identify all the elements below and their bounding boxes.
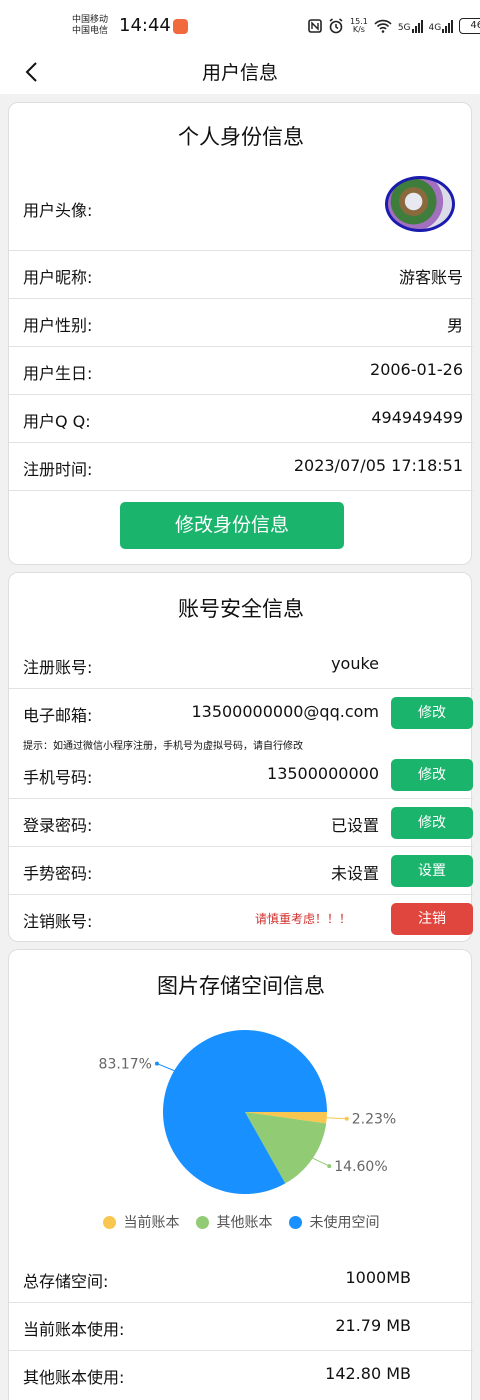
edit-email-button[interactable]: 修改: [391, 697, 473, 729]
other-ledger-label: 其他账本使用:: [23, 1368, 125, 1387]
status-bar: 中国移动 中国电信 14:44 15.1 K/s 5G 4G 46: [0, 0, 480, 50]
email-row: 电子邮箱: 13500000000@qq.com 修改: [9, 689, 473, 737]
nav-bar: 用户信息: [0, 50, 480, 94]
storage-card: 图片存储空间信息 2.23% 14.60% 83.17% 当前账本 其他账本 未使用空间…: [8, 949, 473, 1400]
phone-row: 手机号码: 13500000000 修改: [9, 751, 473, 799]
net-speed-unit: K/s: [352, 25, 365, 34]
nickname-label: 用户昵称:: [23, 268, 93, 287]
birthday-row: 用户生日: 2006-01-26: [9, 347, 473, 395]
qq-label: 用户Q Q:: [23, 412, 91, 431]
carrier-2: 中国电信: [72, 26, 109, 36]
password-row: 登录密码: 已设置 修改: [9, 799, 473, 847]
qq-row: 用户Q Q: 494949499: [9, 395, 473, 443]
identity-card: 个人身份信息 用户头像: 用户昵称: 游客账号 用户性别: 男 用户生日: 20…: [8, 102, 473, 565]
email-value: 13500000000@qq.com: [191, 702, 379, 721]
pie-leader-line-2: [156, 1063, 175, 1072]
signal-bars-icon: [442, 19, 454, 33]
chart-legend: 当前账本 其他账本 未使用空间: [9, 1212, 473, 1232]
nickname-row: 用户昵称: 游客账号: [9, 251, 473, 299]
set-gesture-button[interactable]: 设置: [391, 855, 473, 887]
pie-data-label-0: 2.23%: [352, 1112, 396, 1128]
pie-leader-dot-2: [154, 1061, 159, 1066]
current-ledger-label: 当前账本使用:: [23, 1320, 125, 1339]
account-label: 注册账号:: [23, 658, 93, 677]
wifi-icon: [374, 19, 392, 33]
legend-label: 当前账本: [123, 1215, 180, 1231]
total-storage-value: 1000MB: [345, 1268, 412, 1287]
page-title: 用户信息: [201, 62, 278, 84]
phone-value: 13500000000: [267, 764, 379, 783]
edit-password-button[interactable]: 修改: [391, 807, 473, 839]
alarm-icon: [329, 18, 343, 34]
avatar-label: 用户头像:: [23, 201, 93, 220]
pie-data-label-2: 83.17%: [99, 1057, 152, 1073]
cancel-account-row: 注销账号: 请慎重考虑！！！ 注销: [9, 895, 473, 943]
email-label: 电子邮箱:: [23, 706, 93, 725]
security-card-title: 账号安全信息: [178, 597, 304, 621]
storage-card-title: 图片存储空间信息: [157, 974, 325, 998]
identity-card-title: 个人身份信息: [178, 125, 304, 149]
notification-app-icon: [173, 19, 188, 34]
edit-identity-button[interactable]: 修改身份信息: [120, 502, 344, 549]
legend-dot-icon: [195, 1215, 209, 1229]
other-ledger-value: 142.80 MB: [325, 1364, 411, 1383]
pie-leader-dot-0: [344, 1116, 349, 1121]
register-time-label: 注册时间:: [23, 460, 93, 479]
register-time-value: 2023/07/05 17:18:51: [293, 456, 463, 475]
nfc-icon: [308, 19, 322, 33]
carrier-1: 中国移动: [72, 15, 109, 25]
gender-label: 用户性别:: [23, 316, 93, 335]
net-speed: 15.1 K/s: [350, 18, 368, 34]
cancel-account-button[interactable]: 注销: [391, 903, 473, 935]
pie-leader-line-1: [312, 1157, 330, 1167]
pie-data-label-1: 14.60%: [334, 1159, 387, 1175]
gender-value: 男: [446, 316, 463, 335]
system-icons: 15.1 K/s 5G 4G 46: [308, 17, 480, 35]
password-label: 登录密码:: [23, 816, 93, 835]
account-row: 注册账号: youke: [9, 641, 473, 689]
total-storage-label: 总存储空间:: [23, 1272, 109, 1291]
total-storage-row: 总存储空间: 1000MB: [9, 1255, 473, 1303]
birthday-label: 用户生日:: [23, 364, 93, 383]
cancel-warning: 请慎重考虑！！！: [255, 912, 352, 926]
account-value: youke: [331, 654, 379, 673]
legend-label: 未使用空间: [309, 1215, 380, 1231]
signal-5g-label: 5G: [397, 22, 411, 33]
avatar[interactable]: [385, 176, 455, 232]
current-ledger-row: 当前账本使用: 21.79 MB: [9, 1303, 473, 1351]
nickname-value: 游客账号: [398, 268, 463, 287]
pie-leader-line-0: [326, 1117, 347, 1120]
other-ledger-row: 其他账本使用: 142.80 MB: [9, 1351, 473, 1399]
legend-label: 其他账本: [216, 1215, 273, 1231]
security-card: 账号安全信息 注册账号: youke 电子邮箱: 13500000000@qq.…: [8, 572, 473, 943]
gesture-label: 手势密码:: [23, 864, 93, 883]
legend-dot-icon: [288, 1215, 302, 1229]
legend-item-2[interactable]: 未使用空间: [288, 1212, 380, 1232]
gender-row: 用户性别: 男: [9, 299, 473, 347]
storage-pie-chart: 2.23% 14.60% 83.17%: [99, 1030, 396, 1194]
register-time-row: 注册时间: 2023/07/05 17:18:51: [9, 443, 473, 491]
edit-phone-button[interactable]: 修改: [391, 759, 473, 791]
gesture-value: 未设置: [330, 864, 379, 883]
cancel-account-label: 注销账号:: [23, 912, 93, 931]
battery-icon: 46: [459, 18, 480, 34]
signal-4g-label: 4G: [428, 22, 442, 33]
birthday-value: 2006-01-26: [370, 360, 463, 379]
phone-label: 手机号码:: [23, 768, 93, 787]
signal-5g: 5G: [397, 19, 423, 33]
clock: 14:44: [119, 15, 171, 36]
gesture-row: 手势密码: 未设置 设置: [9, 847, 473, 895]
legend-item-1[interactable]: 其他账本: [195, 1212, 273, 1232]
legend-item-0[interactable]: 当前账本: [102, 1212, 180, 1232]
qq-value: 494949499: [371, 408, 463, 427]
signal-4g: 4G: [428, 19, 454, 33]
pie-leader-dot-1: [327, 1164, 332, 1169]
legend-dot-icon: [102, 1215, 116, 1229]
signal-bars-icon: [411, 19, 423, 33]
carrier-info: 中国移动 中国电信: [72, 15, 108, 37]
current-ledger-value: 21.79 MB: [335, 1316, 411, 1335]
avatar-row[interactable]: 用户头像:: [9, 169, 473, 251]
phone-hint: 提示：如通过微信小程序注册，手机号为虚拟号码，请自行修改: [23, 741, 303, 752]
password-value: 已设置: [330, 816, 379, 835]
